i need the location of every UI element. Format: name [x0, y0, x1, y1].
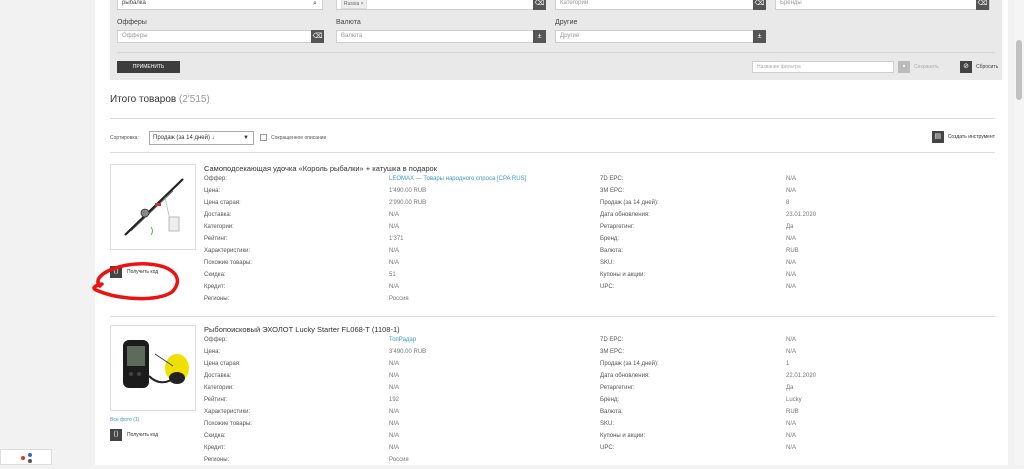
short-description-checkbox[interactable] — [260, 134, 267, 141]
brands-clear-button[interactable]: ⌫ — [976, 0, 989, 10]
sort-selected: Продаж (за 14 дней) ↓ — [153, 135, 215, 141]
product-details: Оффер: LEOMAX — Товары народного спроса [… — [204, 176, 994, 308]
divider — [110, 152, 995, 153]
reset-label: Сбросить — [976, 64, 999, 70]
brands-input[interactable]: Бренды — [775, 0, 990, 10]
detail-row: Характеристики: N/A Валюта: RUB — [204, 409, 799, 415]
offer-link[interactable]: ТопРадар — [389, 337, 416, 343]
product-title[interactable]: Рыбопоисковый ЭХОЛОТ Lucky Starter FL068… — [204, 325, 400, 334]
detail-row: Похожие товары: N/A SKU: N/A — [204, 260, 797, 266]
binoculars-icon[interactable]: ⌕ — [313, 0, 317, 8]
document-icon: ▤ — [931, 131, 944, 143]
vertical-scrollbar[interactable] — [1014, 0, 1024, 465]
product-image[interactable] — [110, 164, 196, 250]
save-icon: ▪ — [898, 61, 910, 73]
filter-name-input[interactable]: Название фильтра — [752, 61, 894, 73]
results-title: Итого товаров — [110, 94, 177, 105]
other-sort-button[interactable]: ± — [753, 30, 766, 43]
detail-row: Регионы: Россия — [204, 296, 409, 302]
main-page: рыбалка ⌕ Russia × ⌫ Категории ⌫ Бренды … — [95, 0, 1008, 465]
sort-toolbar: Сортировка: Продаж (за 14 дней) ↓ ▼ Сокр… — [110, 130, 995, 146]
detail-row: Оффер: LEOMAX — Товары народного спроса [… — [204, 176, 797, 182]
detail-row: Кредит: N/A UPC: N/A — [204, 445, 797, 451]
scrollbar-thumb[interactable] — [1016, 40, 1022, 100]
detail-row: Кредит: N/A UPC: N/A — [204, 284, 797, 290]
detail-row: Доставка: N/A Дата обновления: 22.01.2020 — [204, 373, 817, 379]
short-description-label: Сокращенное описание — [271, 134, 327, 141]
other-input[interactable]: Другие — [555, 30, 765, 43]
detail-row: Рейтинг: 192 Бренд: Lucky — [204, 397, 802, 403]
sort-label: Сортировка: — [110, 135, 139, 141]
chat-widget[interactable] — [0, 449, 52, 465]
detail-row: Цена: 3'490.00 RUB 3M EPC: N/A — [204, 349, 797, 355]
filter-panel: рыбалка ⌕ Russia × ⌫ Категории ⌫ Бренды … — [110, 0, 1002, 80]
divider — [110, 316, 995, 317]
save-filter-button[interactable]: ▪ Сохранить — [898, 61, 939, 73]
reset-icon: ⊘ — [960, 61, 972, 73]
product-title[interactable]: Самоподсекающая удочка «Король рыбалки» … — [204, 164, 437, 173]
other-label: Другие — [555, 19, 578, 26]
region-input[interactable]: Russia × — [336, 0, 545, 10]
detail-row: Рейтинг: 1'371 Бренд: N/A — [204, 236, 797, 242]
results-total: Итого товаров (2'515) — [110, 94, 210, 105]
currency-input[interactable]: Валюта — [336, 30, 545, 43]
save-label: Сохранить — [914, 64, 939, 70]
detail-row: Оффер: ТопРадар 7D EPC: N/A — [204, 337, 797, 343]
detail-row: Доставка: N/A Дата обновления: 23.01.2020 — [204, 212, 817, 218]
all-photos-link[interactable]: Все фото (1) — [110, 417, 139, 423]
detail-row: Цена старая: 2'990.00 RUB Продаж (за 14 дн… — [204, 200, 790, 206]
detail-row: Скидка: 51 Купоны и акции: N/A — [204, 272, 797, 278]
divider — [110, 118, 995, 119]
currency-label: Валюта — [336, 19, 361, 26]
search-input[interactable]: рыбалка — [117, 0, 323, 10]
offer-link[interactable]: LEOMAX — Товары народного спроса [CPA RU… — [389, 176, 526, 182]
detail-row: Регионы: Россия — [204, 457, 409, 463]
get-code-label: Получить код — [127, 432, 159, 438]
get-code-button[interactable]: ⟨⟩ Получить код — [110, 429, 158, 441]
detail-row: Категории: N/A Ретаргетинг: Да — [204, 224, 794, 230]
detail-row: Похожие товары: N/A SKU: N/A — [204, 421, 797, 427]
region-clear-button[interactable]: ⌫ — [533, 0, 546, 10]
offers-clear-button[interactable]: ⌫ — [311, 30, 324, 43]
create-tool-label: Создать инструмент — [947, 134, 995, 140]
panel-divider — [117, 52, 995, 53]
widget-logo-icon — [21, 453, 32, 463]
apply-button[interactable]: ПРИМЕНИТЬ — [117, 61, 180, 73]
create-tool-button[interactable]: ▤ Создать инструмент — [931, 131, 995, 143]
reset-filter-button[interactable]: ⊘ Сбросить — [960, 61, 998, 73]
detail-row: Категории: N/A Ретаргетинг: Да — [204, 385, 794, 391]
categories-input[interactable]: Категории — [555, 0, 765, 10]
detail-row: Цена: 1'490.00 RUB 3M EPC: N/A — [204, 188, 797, 194]
offers-input[interactable]: Офферы — [117, 30, 323, 43]
annotation-circle — [92, 262, 179, 301]
categories-clear-button[interactable]: ⌫ — [753, 0, 766, 10]
detail-row: Цена старая: N/A Продаж (за 14 дней): 1 — [204, 361, 790, 367]
product-details: Оффер: ТопРадар 7D EPC: N/A Цена: 3'490.00 R… — [204, 337, 994, 469]
chevron-down-icon: ▼ — [243, 135, 249, 141]
offers-label: Офферы — [117, 19, 147, 26]
short-description-toggle[interactable]: Сокращенное описание — [260, 134, 326, 141]
detail-row: Скидка: N/A Купоны и акции: N/A — [204, 433, 797, 439]
detail-row: Характеристики: N/A Валюта: RUB — [204, 248, 799, 254]
sort-select[interactable]: Продаж (за 14 дней) ↓ ▼ — [149, 131, 254, 145]
code-icon: ⟨⟩ — [110, 429, 122, 441]
results-count: (2'515) — [179, 94, 210, 105]
currency-sort-button[interactable]: ± — [533, 30, 546, 43]
region-tag[interactable]: Russia × — [341, 0, 367, 9]
product-image[interactable] — [110, 325, 196, 411]
